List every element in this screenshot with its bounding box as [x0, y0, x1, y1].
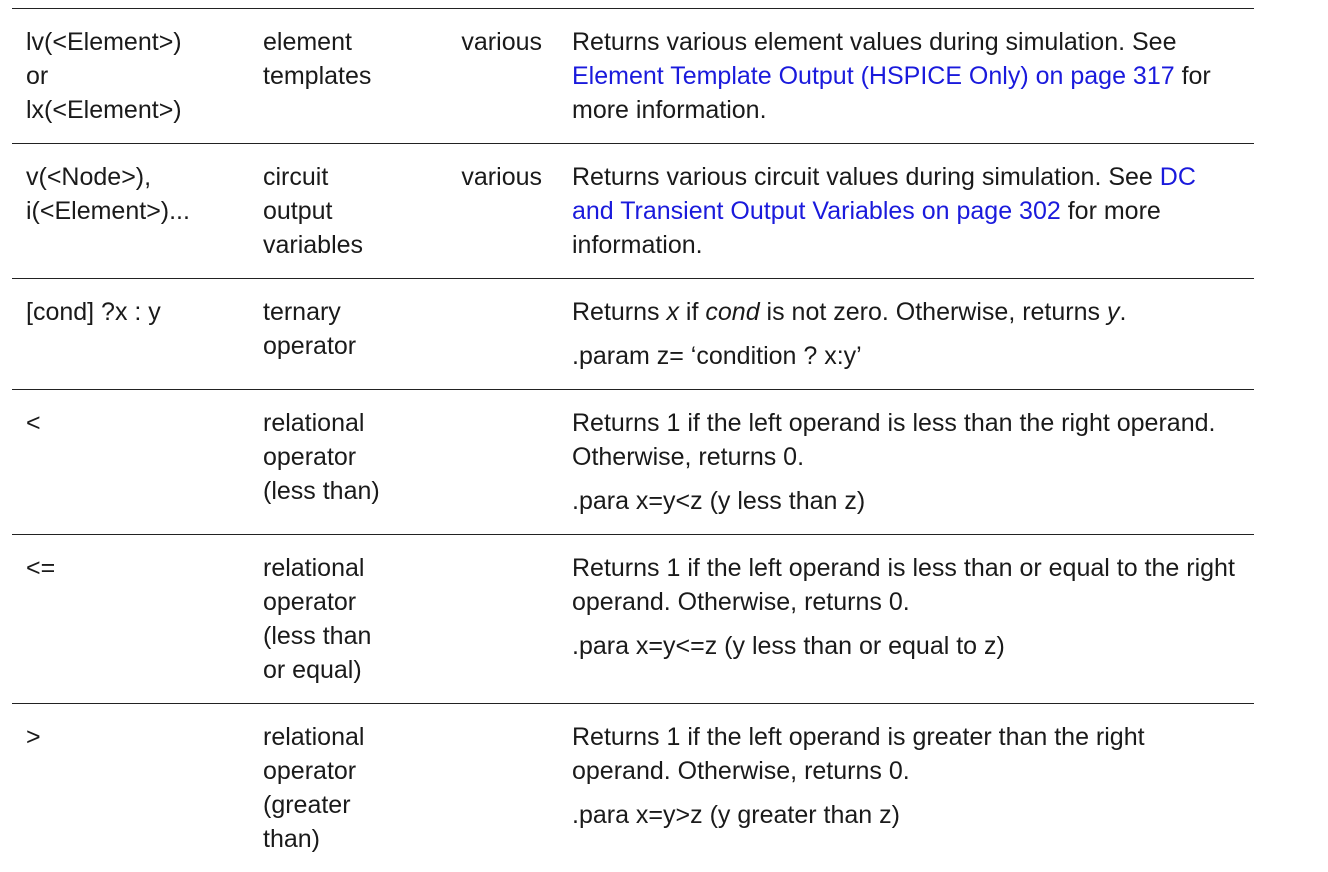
syntax-cell: v(<Node>), i(<Element>)...	[12, 144, 249, 279]
description-cell: Returns x if cond is not zero. Otherwise…	[558, 279, 1254, 390]
variable-cond: cond	[705, 298, 759, 326]
syntax-text: or	[26, 62, 48, 90]
syntax-text: i(<Element>)...	[26, 197, 190, 225]
function-cell: circuit output variables	[249, 144, 411, 279]
description-text: is not zero. Otherwise, returns	[760, 298, 1107, 326]
operator-table: lv(<Element>) or lx(<Element>) element t…	[12, 8, 1254, 872]
description-cell: Returns various circuit values during si…	[558, 144, 1254, 279]
table-row: [cond] ?x : y ternary operator Returns x…	[12, 279, 1254, 390]
cross-reference-link[interactable]: Element Template Output (HSPICE Only) on…	[572, 62, 1175, 90]
variable-y: y	[1107, 298, 1120, 326]
description-text: Returns various element values during si…	[572, 28, 1176, 56]
table-row: lv(<Element>) or lx(<Element>) element t…	[12, 9, 1254, 144]
syntax-text: lx(<Element>)	[26, 96, 182, 124]
function-cell: ternary operator	[249, 279, 411, 390]
type-cell: various	[411, 9, 558, 144]
description-cell: Returns various element values during si…	[558, 9, 1254, 144]
description-text: Returns	[572, 298, 666, 326]
description-text: Returns 1 if the left operand is less th…	[572, 409, 1215, 471]
description-cell: Returns 1 if the left operand is less th…	[558, 390, 1254, 535]
table-row: > relational operator (greater than) Ret…	[12, 704, 1254, 872]
syntax-text: [cond] ?x : y	[26, 298, 161, 326]
function-cell: element templates	[249, 9, 411, 144]
description-cell: Returns 1 if the left operand is less th…	[558, 535, 1254, 704]
function-cell: relational operator (greater than)	[249, 704, 411, 872]
function-cell: relational operator (less than or equal)	[249, 535, 411, 704]
syntax-cell: lv(<Element>) or lx(<Element>)	[12, 9, 249, 144]
type-cell	[411, 535, 558, 704]
syntax-text: lv(<Element>)	[26, 28, 182, 56]
syntax-cell: <	[12, 390, 249, 535]
syntax-cell: >	[12, 704, 249, 872]
description-text: Returns various circuit values during si…	[572, 163, 1160, 191]
description-text: Returns 1 if the left operand is greater…	[572, 723, 1145, 785]
type-cell	[411, 704, 558, 872]
example-code: .param z= ‘condition ? x:y’	[572, 339, 1244, 373]
example-code: .para x=y<=z (y less than or equal to z)	[572, 629, 1244, 663]
type-cell: various	[411, 144, 558, 279]
syntax-cell: <=	[12, 535, 249, 704]
description-text: if	[679, 298, 705, 326]
table-row: < relational operator (less than) Return…	[12, 390, 1254, 535]
example-code: .para x=y>z (y greater than z)	[572, 798, 1244, 832]
type-cell	[411, 390, 558, 535]
description-text: Returns 1 if the left operand is less th…	[572, 554, 1235, 616]
description-cell: Returns 1 if the left operand is greater…	[558, 704, 1254, 872]
syntax-text: v(<Node>),	[26, 163, 151, 191]
variable-x: x	[666, 298, 679, 326]
example-code: .para x=y<z (y less than z)	[572, 484, 1244, 518]
syntax-cell: [cond] ?x : y	[12, 279, 249, 390]
description-text: .	[1119, 298, 1126, 326]
type-cell	[411, 279, 558, 390]
function-cell: relational operator (less than)	[249, 390, 411, 535]
table-row: <= relational operator (less than or equ…	[12, 535, 1254, 704]
table-row: v(<Node>), i(<Element>)... circuit outpu…	[12, 144, 1254, 279]
